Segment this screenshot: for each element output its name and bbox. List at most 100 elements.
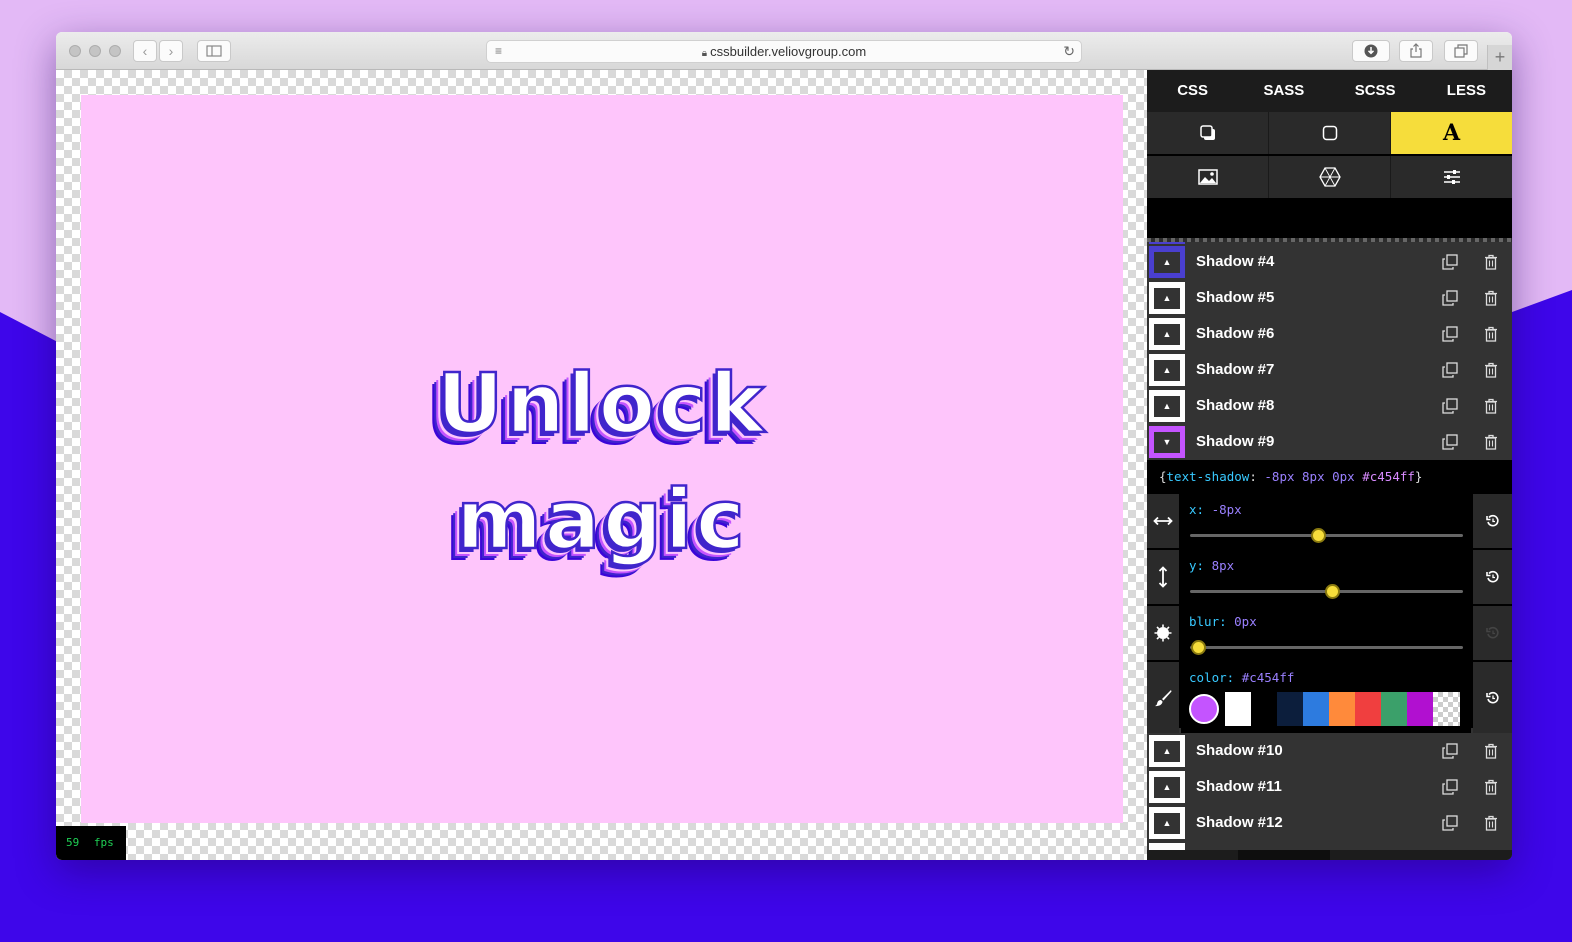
docs-button[interactable]	[1420, 850, 1512, 860]
trash-icon[interactable]	[1483, 743, 1499, 759]
shadow-row-toggle[interactable]: ▲	[1149, 354, 1185, 386]
tab-scss[interactable]: SCSS	[1330, 70, 1421, 112]
share-button[interactable]	[1399, 40, 1433, 62]
duplicate-icon[interactable]	[1442, 326, 1458, 342]
share-icon	[1410, 43, 1422, 58]
color-reset-button[interactable]	[1473, 662, 1512, 734]
y-slider-body: y: 8px	[1181, 550, 1471, 604]
shadow-row-toggle[interactable]: ▲	[1149, 390, 1185, 422]
x-reset-button[interactable]	[1473, 494, 1512, 548]
shadow-row[interactable]: ▲ Shadow #5	[1147, 280, 1512, 316]
trash-icon[interactable]	[1483, 398, 1499, 414]
preview-text-line-1: Unlock	[435, 356, 768, 454]
builder-panel: CSS SASS SCSS LESS A ▲ Shadow #4 ▲ Shado…	[1147, 70, 1512, 860]
shadow-row[interactable]: ▲ Shadow #10	[1147, 733, 1512, 769]
chevron-up-icon: ▲	[1162, 365, 1172, 375]
vertical-arrows-icon	[1147, 550, 1179, 604]
shadow-row-label: Shadow #4	[1196, 253, 1275, 270]
y-reset-button[interactable]	[1473, 550, 1512, 604]
blur-reset-button[interactable]	[1473, 606, 1512, 660]
code-values: -8px 8px 0px	[1264, 469, 1363, 484]
box-shadow-tool-button[interactable]	[1147, 112, 1269, 154]
color-swatch[interactable]	[1381, 692, 1407, 726]
duplicate-icon[interactable]	[1442, 434, 1458, 450]
transparent-swatch[interactable]	[1433, 692, 1460, 726]
duplicate-icon[interactable]	[1442, 815, 1458, 831]
zoom-window-button[interactable]	[109, 45, 121, 57]
address-bar[interactable]: ≡ 🔒︎ cssbuilder.veliovgroup.com ↻	[486, 40, 1082, 63]
close-window-button[interactable]	[69, 45, 81, 57]
blur-label: blur: 0px	[1189, 614, 1257, 629]
trash-icon[interactable]	[1483, 326, 1499, 342]
download-icon	[1364, 44, 1378, 58]
text-shadow-icon: A	[1442, 120, 1461, 146]
tab-css[interactable]: CSS	[1147, 70, 1238, 112]
trash-icon[interactable]	[1483, 254, 1499, 270]
shadow-row-toggle[interactable]: ▲	[1149, 807, 1185, 839]
shadow-row-open[interactable]: ▼ Shadow #9	[1147, 424, 1512, 460]
redo-button[interactable]	[1238, 850, 1330, 860]
blur-slider-knob[interactable]	[1191, 640, 1207, 655]
shadow-row-label: Shadow #11	[1196, 778, 1282, 795]
duplicate-icon[interactable]	[1442, 743, 1458, 759]
shadow-row[interactable]: ▲ Shadow #8	[1147, 388, 1512, 424]
duplicate-icon[interactable]	[1442, 290, 1458, 306]
tab-less[interactable]: LESS	[1421, 70, 1512, 112]
shadow-row-toggle[interactable]: ▲	[1149, 318, 1185, 350]
shadow-row[interactable]: ▲ Shadow #11	[1147, 769, 1512, 805]
history-toolbar	[1147, 850, 1512, 860]
minimize-window-button[interactable]	[89, 45, 101, 57]
chevron-up-icon: ▲	[1162, 782, 1172, 792]
duplicate-icon[interactable]	[1442, 254, 1458, 270]
color-swatch[interactable]	[1251, 692, 1277, 726]
x-slider-track[interactable]	[1190, 528, 1463, 543]
color-swatch[interactable]	[1355, 692, 1381, 726]
trash-icon[interactable]	[1483, 815, 1499, 831]
shadow-row-toggle[interactable]: ▲	[1149, 246, 1185, 278]
css-output[interactable]: {text-shadow: -8px 8px 0px #c454ff}	[1159, 460, 1422, 494]
shadow-row-toggle[interactable]: ▼	[1149, 426, 1185, 458]
reader-icon[interactable]: ≡	[495, 41, 502, 62]
undo-button[interactable]	[1147, 850, 1239, 860]
shadow-row-toggle[interactable]: ▲	[1149, 735, 1185, 767]
border-radius-tool-button[interactable]	[1269, 112, 1391, 154]
shadow-row-toggle[interactable]: ▲	[1149, 771, 1185, 803]
color-swatch[interactable]	[1303, 692, 1329, 726]
sidebar-toggle-button[interactable]	[197, 40, 231, 62]
clip-path-tool-button[interactable]	[1269, 156, 1391, 198]
back-button[interactable]: ‹	[133, 40, 157, 62]
trash-icon[interactable]	[1483, 290, 1499, 306]
sliders-icon	[1443, 170, 1460, 184]
y-slider-knob[interactable]	[1324, 584, 1340, 599]
shadow-row[interactable]: ▲ Shadow #6	[1147, 316, 1512, 352]
shadow-row[interactable]: ▲ Shadow #12	[1147, 805, 1512, 841]
background-image-tool-button[interactable]	[1147, 156, 1269, 198]
duplicate-icon[interactable]	[1442, 362, 1458, 378]
trash-icon[interactable]	[1483, 362, 1499, 378]
y-slider-track[interactable]	[1190, 584, 1463, 599]
color-swatch[interactable]	[1329, 692, 1355, 726]
text-shadow-tool-button[interactable]: A	[1391, 112, 1512, 154]
current-color-swatch[interactable]	[1189, 694, 1219, 724]
color-swatch[interactable]	[1407, 692, 1433, 726]
new-tab-button[interactable]: +	[1487, 45, 1512, 70]
duplicate-icon[interactable]	[1442, 779, 1458, 795]
tab-sass[interactable]: SASS	[1238, 70, 1329, 112]
forward-button[interactable]: ›	[159, 40, 183, 62]
x-slider-knob[interactable]	[1311, 528, 1327, 543]
settings-tool-button[interactable]	[1391, 156, 1512, 198]
color-swatch[interactable]	[1277, 692, 1303, 726]
reload-icon[interactable]: ↻	[1063, 41, 1075, 62]
downloads-button[interactable]	[1352, 40, 1390, 62]
trash-icon[interactable]	[1483, 434, 1499, 450]
code-brace-open: {	[1159, 469, 1167, 484]
tabs-overview-button[interactable]	[1444, 40, 1478, 62]
blur-slider-track[interactable]	[1190, 640, 1463, 655]
shadow-row-toggle[interactable]: ▲	[1149, 282, 1185, 314]
trash-icon[interactable]	[1483, 779, 1499, 795]
duplicate-icon[interactable]	[1442, 398, 1458, 414]
shadow-row[interactable]: ▲ Shadow #7	[1147, 352, 1512, 388]
shadow-row[interactable]: ▲ Shadow #4	[1147, 244, 1512, 280]
history-button[interactable]	[1329, 850, 1421, 860]
color-swatch[interactable]	[1225, 692, 1251, 726]
